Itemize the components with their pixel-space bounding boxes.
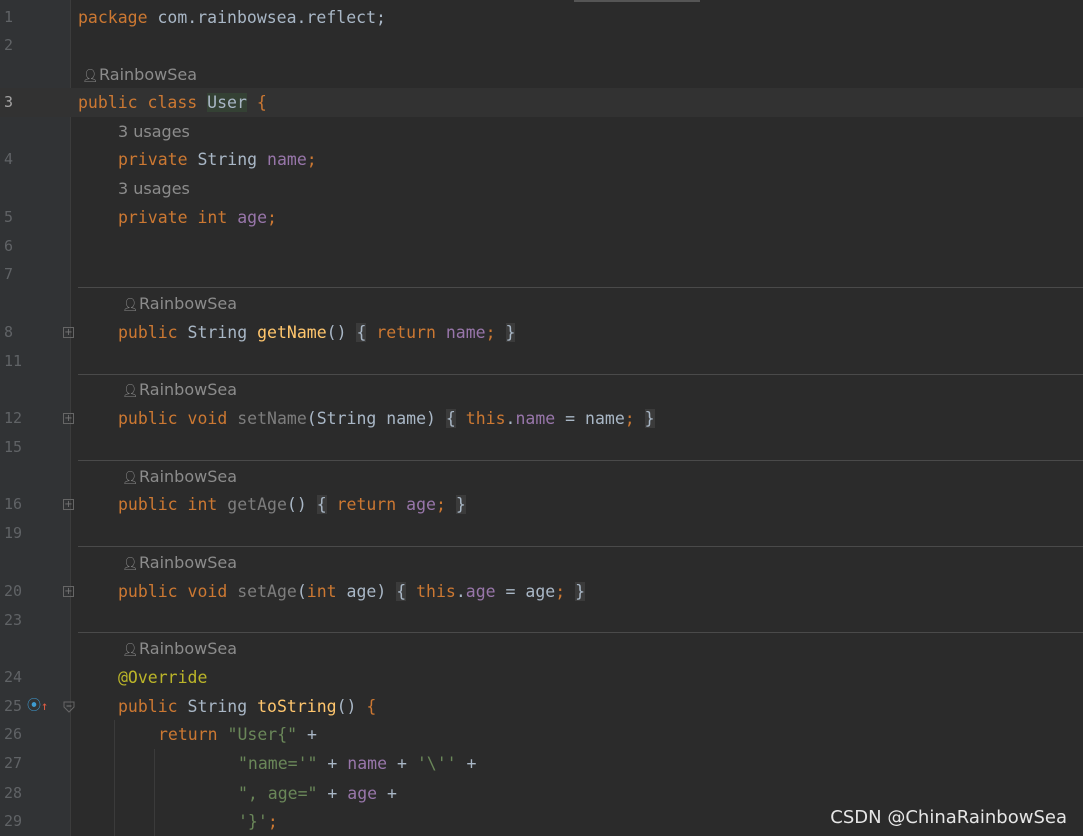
- code-line-4[interactable]: 4 private String name;: [0, 145, 1083, 174]
- code-line-28[interactable]: 28 ", age=" + age +: [0, 779, 1083, 808]
- fold-plus-icon[interactable]: +: [63, 413, 74, 424]
- method-separator: [78, 460, 1083, 461]
- line-number: 28: [4, 784, 23, 802]
- code-line-24[interactable]: 24 @Override: [0, 663, 1083, 692]
- author-hint[interactable]: 👤︎RainbowSea: [0, 375, 1083, 404]
- code-text: public String toString() {: [118, 697, 377, 716]
- code-line-6[interactable]: 6: [0, 232, 1083, 261]
- line-number: 7: [4, 265, 14, 283]
- code-line-3[interactable]: 3 public class User {: [0, 88, 1083, 117]
- line-number: 11: [4, 352, 23, 370]
- code-line-20[interactable]: 20 + public void setAge(int age) { this.…: [0, 577, 1083, 606]
- code-line-7[interactable]: 7: [0, 260, 1083, 289]
- override-marker-icon[interactable]: ⦿↑: [27, 692, 48, 721]
- code-line-11[interactable]: 11: [0, 347, 1083, 376]
- line-number: 24: [4, 668, 23, 686]
- line-number: 15: [4, 438, 23, 456]
- fold-minus-icon[interactable]: [63, 701, 75, 713]
- usages-hint[interactable]: 3 usages: [0, 174, 1083, 203]
- line-number: 19: [4, 524, 23, 542]
- code-text: public class User {: [78, 93, 267, 112]
- code-line-12[interactable]: 12 + public void setName(String name) { …: [0, 404, 1083, 433]
- line-number: 2: [4, 36, 14, 54]
- fold-plus-icon[interactable]: +: [63, 586, 74, 597]
- code-line-19[interactable]: 19: [0, 519, 1083, 548]
- code-line-2[interactable]: 2: [0, 31, 1083, 60]
- code-text: private int age;: [118, 208, 277, 227]
- code-line-16[interactable]: 16 + public int getAge() { return age; }: [0, 490, 1083, 519]
- person-icon: 👤︎: [122, 643, 139, 658]
- person-icon: 👤︎: [122, 298, 139, 313]
- code-text: public String getName() { return name; }: [118, 323, 516, 342]
- line-number: 23: [4, 611, 23, 629]
- code-text: public void setAge(int age) { this.age =…: [118, 582, 586, 601]
- line-number: 26: [4, 725, 23, 743]
- person-icon: 👤︎: [82, 69, 99, 84]
- code-text: "name='" + name + '\'' +: [238, 754, 487, 773]
- usages-hint[interactable]: 3 usages: [0, 117, 1083, 146]
- fold-plus-icon[interactable]: +: [63, 499, 74, 510]
- line-number: 5: [4, 208, 14, 226]
- code-text: public void setName(String name) { this.…: [118, 409, 655, 428]
- line-number: 3: [4, 93, 14, 111]
- line-number: 27: [4, 754, 23, 772]
- code-line-27[interactable]: 27 "name='" + name + '\'' +: [0, 749, 1083, 778]
- line-number: 12: [4, 409, 23, 427]
- author-hint[interactable]: 👤︎RainbowSea: [0, 289, 1083, 318]
- person-icon: 👤︎: [122, 384, 139, 399]
- code-text: return "User{" +: [158, 725, 327, 744]
- code-editor[interactable]: 1 package com.rainbowsea.reflect; 2 👤︎Ra…: [0, 0, 1083, 836]
- code-line-5[interactable]: 5 private int age;: [0, 203, 1083, 232]
- method-separator: [78, 546, 1083, 547]
- fold-plus-icon[interactable]: +: [63, 327, 74, 338]
- author-hint[interactable]: 👤︎RainbowSea: [0, 548, 1083, 577]
- code-line-8[interactable]: 8 + public String getName() { return nam…: [0, 318, 1083, 347]
- code-text: private String name;: [118, 150, 317, 169]
- code-line-25[interactable]: 25 ⦿↑ public String toString() {: [0, 692, 1083, 721]
- code-line-26[interactable]: 26 return "User{" +: [0, 720, 1083, 749]
- line-number: 20: [4, 582, 23, 600]
- code-line-15[interactable]: 15: [0, 433, 1083, 462]
- person-icon: 👤︎: [122, 557, 139, 572]
- code-text: package com.rainbowsea.reflect;: [78, 8, 386, 27]
- code-text: '}';: [238, 812, 278, 831]
- author-hint[interactable]: 👤︎RainbowSea: [0, 60, 1083, 89]
- person-icon: 👤︎: [122, 471, 139, 486]
- line-number: 4: [4, 150, 14, 168]
- method-separator: [78, 632, 1083, 633]
- code-text: public int getAge() { return age; }: [118, 495, 466, 514]
- line-number: 16: [4, 495, 23, 513]
- author-hint[interactable]: 👤︎RainbowSea: [0, 634, 1083, 663]
- code-line-1[interactable]: 1 package com.rainbowsea.reflect;: [0, 3, 1083, 32]
- code-text: @Override: [118, 668, 208, 687]
- author-hint[interactable]: 👤︎RainbowSea: [0, 462, 1083, 491]
- line-number: 1: [4, 8, 14, 26]
- line-number: 29: [4, 812, 23, 830]
- line-number: 6: [4, 237, 14, 255]
- code-text: ", age=" + age +: [238, 784, 407, 803]
- code-line-23[interactable]: 23: [0, 606, 1083, 635]
- line-number: 8: [4, 323, 14, 341]
- watermark: CSDN @ChinaRainbowSea: [830, 807, 1067, 828]
- method-separator: [78, 287, 1083, 288]
